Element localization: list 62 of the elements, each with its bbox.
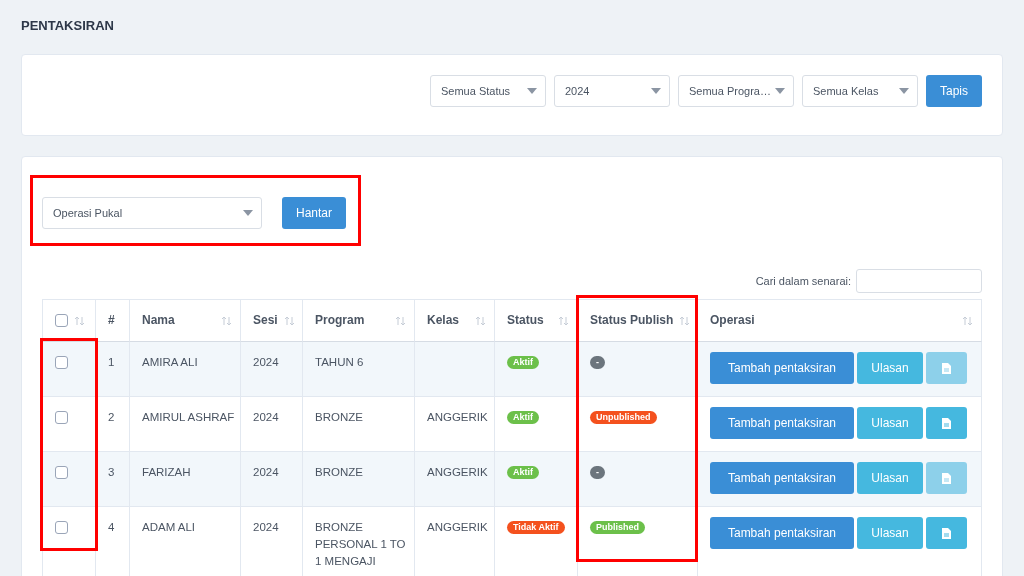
status-badge: Aktif [507,411,539,424]
caret-icon [899,88,909,94]
table-cell: BRONZE [303,452,415,507]
table-cell: ANGGERIK [415,452,495,507]
table-cell: TAHUN 6 [303,342,415,397]
table-cell: AMIRUL ASHRAF [130,397,241,452]
filter-dropdown[interactable]: Semua Kelas [802,75,918,107]
table-cell: 2 [96,397,130,452]
document-icon [942,527,951,539]
column-header[interactable]: Sesi [253,312,278,329]
column-header[interactable]: Status Publish [590,312,674,329]
search-label: Cari dalam senarai: [755,275,851,287]
table-cell: 2024 [241,397,303,452]
sort-icon[interactable] [962,315,973,326]
table-cell: 2024 [241,452,303,507]
publish-badge: - [590,356,605,369]
row-checkbox[interactable] [55,356,68,369]
document-icon [942,417,951,429]
sort-icon[interactable] [558,315,569,326]
table-cell: 1 [96,342,130,397]
caret-icon [651,88,661,94]
caret-icon [527,88,537,94]
table-cell: 2024 [241,342,303,397]
row-checkbox[interactable] [55,411,68,424]
sort-icon[interactable] [221,315,232,326]
sort-icon[interactable] [74,315,85,326]
table-cell: ANGGERIK [415,397,495,452]
sort-icon[interactable] [283,315,295,326]
document-icon [942,472,951,484]
table-cell: FARIZAH [130,452,241,507]
status-badge: Aktif [507,356,539,369]
caret-icon [775,88,785,94]
row-checkbox[interactable] [55,521,68,534]
filter-dropdown[interactable]: 2024 [554,75,670,107]
column-header[interactable]: Operasi [710,312,956,329]
document-button[interactable] [926,517,967,549]
status-badge: Tidak Aktif [507,521,565,534]
publish-badge: - [590,466,605,479]
sort-icon[interactable] [679,315,691,326]
column-header[interactable]: Status [507,312,552,329]
bulk-action-dropdown[interactable]: Operasi Pukal [42,197,262,229]
caret-icon [243,210,253,216]
column-header[interactable]: Nama [142,312,215,329]
publish-badge: Published [590,521,645,534]
filter-dropdown[interactable]: Semua Progra… [678,75,794,107]
search-field[interactable] [856,269,982,293]
table-cell: BRONZE [303,397,415,452]
sort-icon[interactable] [475,315,486,326]
column-header[interactable]: Kelas [427,312,469,329]
table-cell: 3 [96,452,130,507]
filter-dropdown[interactable]: Semua Status [430,75,546,107]
page-title: PENTAKSIRAN [21,18,115,35]
row-checkbox[interactable] [55,466,68,479]
column-header[interactable]: Program [315,312,389,329]
document-button[interactable] [926,407,967,439]
status-badge: Aktif [507,466,539,479]
table-cell: AMIRA ALI [130,342,241,397]
document-icon [942,362,951,374]
select-all-checkbox[interactable] [55,314,68,327]
sort-icon[interactable] [395,315,406,326]
column-header[interactable]: # [108,312,121,329]
publish-badge: Unpublished [590,411,657,424]
